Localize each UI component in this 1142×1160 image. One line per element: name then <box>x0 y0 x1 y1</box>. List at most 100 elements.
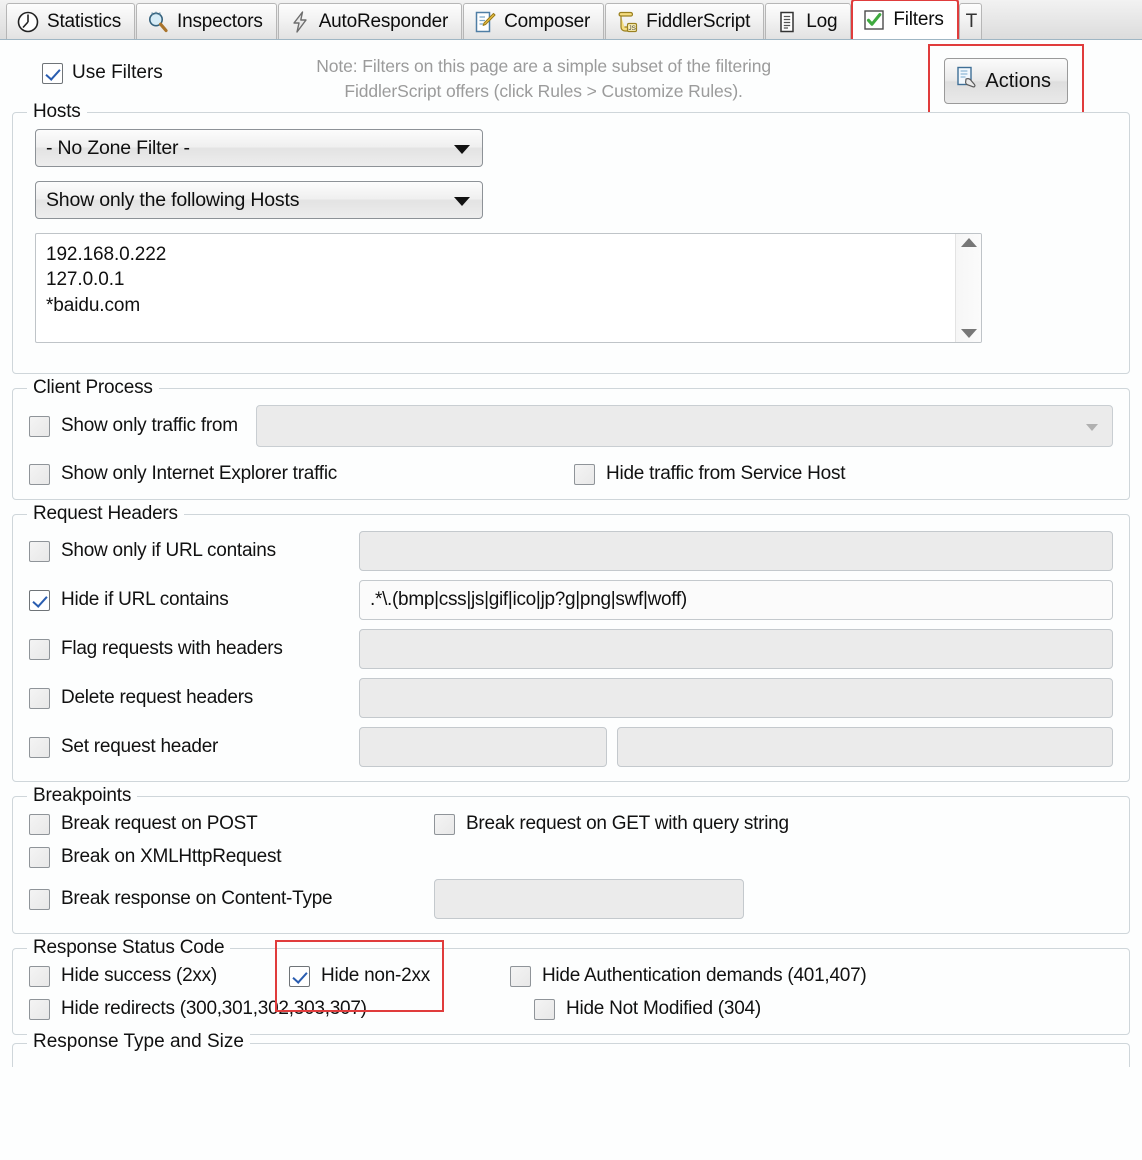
client-process-combobox[interactable] <box>255 405 1113 447</box>
show-only-ie-traffic-control[interactable]: Show only Internet Explorer traffic <box>29 463 574 485</box>
fiddler-filters-window: Statistics Inspectors AutoResponder Comp… <box>0 0 1142 1160</box>
show-only-traffic-from-label: Show only traffic from <box>61 415 238 436</box>
show-only-url-contains-control[interactable]: Show only if URL contains <box>29 540 359 562</box>
hide-not-modified-control[interactable]: Hide Not Modified (304) <box>534 998 761 1020</box>
show-only-url-contains-checkbox[interactable] <box>29 540 50 562</box>
tab-log[interactable]: Log <box>765 3 852 39</box>
break-response-on-content-type-checkbox[interactable] <box>29 888 50 910</box>
hide-service-host-checkbox[interactable] <box>574 463 595 485</box>
break-on-xhr-control[interactable]: Break on XMLHttpRequest <box>29 846 1113 868</box>
green-check-icon <box>862 8 886 32</box>
chevron-down-icon <box>1086 424 1098 431</box>
use-filters-checkbox[interactable] <box>42 62 63 84</box>
client-process-legend: Client Process <box>27 377 159 399</box>
actions-icon <box>955 65 981 97</box>
tab-label: Inspectors <box>177 10 263 32</box>
actions-button[interactable]: Actions <box>944 58 1068 104</box>
set-request-header-name-input[interactable] <box>359 727 607 767</box>
show-only-traffic-from-checkbox[interactable] <box>29 415 50 437</box>
show-only-url-contains-row: Show only if URL contains <box>29 531 1113 571</box>
break-request-on-post-label: Break request on POST <box>61 813 258 834</box>
tab-label: Composer <box>504 10 591 32</box>
hide-success-2xx-label: Hide success (2xx) <box>61 965 217 986</box>
tab-label: Statistics <box>47 10 122 32</box>
flag-requests-with-headers-input[interactable] <box>359 629 1113 669</box>
break-request-on-get-query-control[interactable]: Break request on GET with query string <box>434 813 789 835</box>
show-only-ie-traffic-label: Show only Internet Explorer traffic <box>61 463 338 484</box>
use-filters-row[interactable]: Use Filters <box>42 62 163 84</box>
show-only-ie-traffic-checkbox[interactable] <box>29 463 50 485</box>
set-request-header-row: Set request header <box>29 727 1113 767</box>
delete-request-headers-checkbox[interactable] <box>29 687 50 709</box>
hide-not-modified-checkbox[interactable] <box>534 998 555 1020</box>
hide-if-url-contains-input[interactable]: .*\.(bmp|css|js|gif|ico|jp?g|png|swf|wof… <box>359 580 1113 620</box>
set-request-header-value-input[interactable] <box>617 727 1113 767</box>
use-filters-label: Use Filters <box>72 62 163 83</box>
show-only-traffic-from-control[interactable]: Show only traffic from <box>29 415 238 437</box>
tab-autoresponder[interactable]: AutoResponder <box>277 3 463 39</box>
break-request-on-post-control[interactable]: Break request on POST <box>29 813 434 835</box>
hide-auth-demands-control[interactable]: Hide Authentication demands (401,407) <box>509 965 867 987</box>
flag-requests-with-headers-checkbox[interactable] <box>29 638 50 660</box>
delete-request-headers-control[interactable]: Delete request headers <box>29 687 359 709</box>
lightning-icon <box>288 10 312 34</box>
filters-panel: Use Filters Note: Filters on this page a… <box>0 40 1142 1067</box>
hide-success-2xx-control[interactable]: Hide success (2xx) <box>29 965 275 987</box>
compose-pencil-icon <box>473 10 497 34</box>
hide-success-2xx-checkbox[interactable] <box>29 965 50 987</box>
tab-label: Log <box>806 10 838 32</box>
set-request-header-control[interactable]: Set request header <box>29 736 359 758</box>
host-filter-combobox[interactable]: Show only the following Hosts <box>35 181 483 219</box>
show-only-url-contains-input[interactable] <box>359 531 1113 571</box>
breakpoints-row-1: Break request on POST Break request on G… <box>29 813 1113 835</box>
show-only-traffic-from-row: Show only traffic from <box>29 405 1113 447</box>
hide-if-url-contains-checkbox[interactable] <box>29 589 50 611</box>
flag-requests-with-headers-row: Flag requests with headers <box>29 629 1113 669</box>
statistics-icon <box>16 10 40 34</box>
hide-redirects-label: Hide redirects (300,301,302,303,307) <box>61 998 367 1019</box>
hosts-legend: Hosts <box>27 101 87 123</box>
zone-filter-combobox[interactable]: - No Zone Filter - <box>35 129 483 167</box>
hide-if-url-contains-control[interactable]: Hide if URL contains <box>29 589 359 611</box>
break-request-on-post-checkbox[interactable] <box>29 813 50 835</box>
hide-redirects-checkbox[interactable] <box>29 998 50 1020</box>
host-list-box[interactable]: 192.168.0.222 127.0.0.1 *baidu.com <box>35 233 982 343</box>
break-response-content-type-input[interactable] <box>434 879 744 919</box>
tab-fiddlerscript[interactable]: JS FiddlerScript <box>605 3 765 39</box>
break-response-on-content-type-control[interactable]: Break response on Content-Type <box>29 888 434 910</box>
filters-note: Note: Filters on this page are a simple … <box>163 52 945 105</box>
svg-text:JS: JS <box>629 25 637 32</box>
host-list-text[interactable]: 192.168.0.222 127.0.0.1 *baidu.com <box>36 234 981 326</box>
hide-non-2xx-checkbox[interactable] <box>289 965 310 987</box>
flag-requests-with-headers-label: Flag requests with headers <box>61 638 283 659</box>
hide-service-host-control[interactable]: Hide traffic from Service Host <box>574 463 845 485</box>
break-response-on-content-type-label: Break response on Content-Type <box>61 888 333 909</box>
actions-label: Actions <box>985 69 1051 92</box>
response-type-and-size-group: Response Type and Size <box>12 1031 1130 1067</box>
tab-overflow-partial[interactable]: T <box>958 3 983 39</box>
host-filter-value: Show only the following Hosts <box>46 188 300 211</box>
tab-inspectors[interactable]: Inspectors <box>136 3 277 39</box>
actions-highlight-box: Actions <box>928 44 1084 118</box>
hide-non-2xx-control[interactable]: Hide non-2xx <box>289 965 430 987</box>
host-list-scrollbar[interactable] <box>955 234 981 342</box>
break-request-on-get-query-checkbox[interactable] <box>434 813 455 835</box>
break-on-xhr-checkbox[interactable] <box>29 846 50 868</box>
request-headers-legend: Request Headers <box>27 503 184 525</box>
flag-requests-with-headers-control[interactable]: Flag requests with headers <box>29 638 359 660</box>
scroll-up-icon[interactable] <box>960 238 977 247</box>
hide-non-2xx-label: Hide non-2xx <box>321 965 430 986</box>
js-script-icon: JS <box>615 10 639 34</box>
scroll-down-icon[interactable] <box>960 329 977 338</box>
response-type-and-size-legend: Response Type and Size <box>27 1031 250 1053</box>
tab-filters[interactable]: Filters <box>851 0 959 39</box>
tab-statistics[interactable]: Statistics <box>6 3 136 39</box>
hide-if-url-contains-row: Hide if URL contains .*\.(bmp|css|js|gif… <box>29 580 1113 620</box>
delete-request-headers-input[interactable] <box>359 678 1113 718</box>
hide-redirects-control[interactable]: Hide redirects (300,301,302,303,307) <box>29 998 534 1020</box>
tab-composer[interactable]: Composer <box>463 3 605 39</box>
note-line-2: FiddlerScript offers (click Rules > Cust… <box>344 81 743 102</box>
response-status-code-group: Response Status Code Hide success (2xx) … <box>12 937 1130 1035</box>
hide-auth-demands-checkbox[interactable] <box>509 965 531 987</box>
set-request-header-checkbox[interactable] <box>29 736 50 758</box>
